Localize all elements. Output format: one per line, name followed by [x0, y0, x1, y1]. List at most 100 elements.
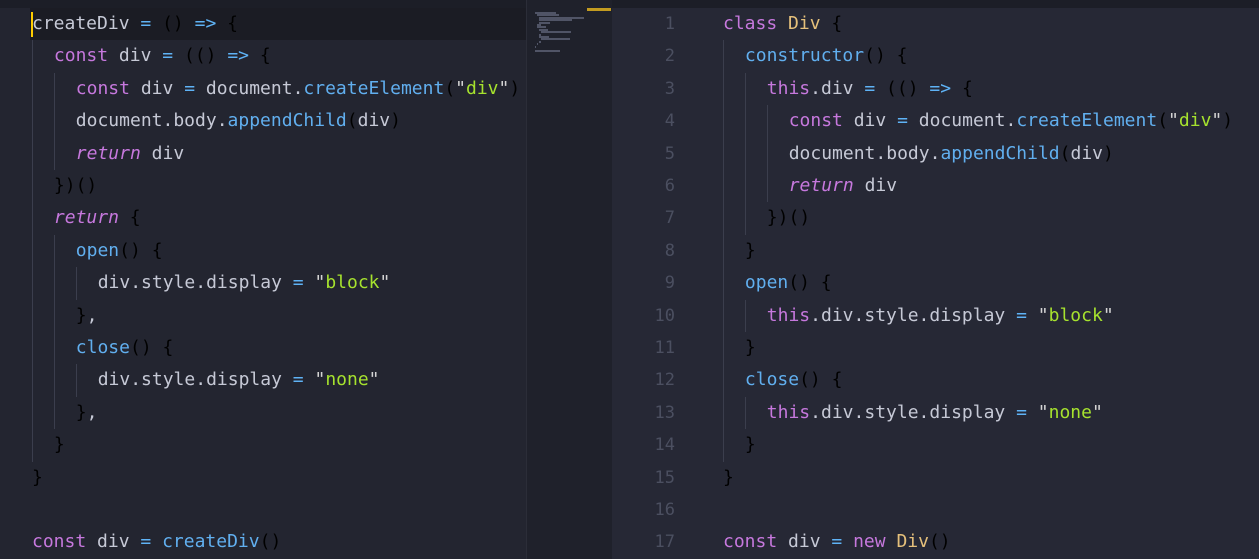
minimap-slider[interactable]	[587, 8, 611, 11]
indent-guide	[53, 137, 55, 170]
code-line[interactable]: 6 return div	[612, 170, 1259, 203]
code-line[interactable]: 12 close() {	[612, 364, 1259, 397]
code-line[interactable]: 4 const div = document.createElement("div…	[612, 105, 1259, 138]
code-token: {	[820, 272, 832, 294]
code-line[interactable]: div.style.display = "none"	[0, 364, 612, 397]
code-line[interactable]: 2 constructor() {	[612, 40, 1259, 73]
code-token: }	[75, 401, 87, 423]
code-line[interactable]: const div = createDiv()	[0, 526, 612, 558]
right-editor-pane[interactable]: 1 class Div {2 constructor() {3 this.div = …	[612, 0, 1259, 559]
code-token: div	[1070, 142, 1104, 164]
code-line[interactable]: const div = document.createElement("div"…	[0, 72, 612, 106]
code-line[interactable]: 17 const div = new Div()	[612, 526, 1259, 558]
code-token: {	[961, 77, 973, 99]
code-line[interactable]: },	[0, 299, 612, 332]
code-token: display	[929, 304, 1006, 326]
code-text: div.style.display = "none"	[98, 364, 380, 396]
code-token: body	[886, 142, 930, 164]
code-token: (	[864, 45, 875, 67]
code-token: }	[53, 434, 65, 456]
code-token: }	[53, 175, 65, 196]
code-line[interactable]: 9 open() {	[612, 267, 1259, 300]
code-token: "	[1037, 401, 1049, 423]
minimap[interactable]	[526, 0, 612, 559]
line-number: 14	[654, 435, 675, 456]
code-token: )	[172, 13, 184, 34]
code-token: const	[53, 45, 109, 67]
code-token: const	[32, 531, 87, 553]
code-token: =>	[929, 77, 952, 99]
code-token: none	[1048, 401, 1092, 423]
code-line[interactable]: },	[0, 396, 612, 430]
code-line[interactable]	[0, 494, 612, 526]
code-token: )	[799, 207, 811, 229]
left-editor-pane[interactable]: createDiv = () => {const div = (() => {c…	[0, 0, 612, 559]
code-token: div	[821, 77, 854, 99]
code-line[interactable]: 13 this.div.style.display = "none"	[612, 396, 1259, 430]
code-token: )	[777, 207, 789, 229]
code-line[interactable]: const div = (() => {	[0, 40, 612, 73]
code-line[interactable]: 11}	[612, 332, 1259, 365]
code-token: div	[864, 175, 898, 196]
code-line[interactable]: close() {	[0, 332, 612, 365]
code-line[interactable]: open() {	[0, 234, 612, 268]
code-token: appendChild	[227, 110, 347, 132]
indent-guide	[53, 72, 55, 106]
code-token: {	[831, 13, 843, 34]
code-line[interactable]: return {	[0, 202, 612, 235]
code-token: style	[864, 304, 919, 326]
indent-guide	[53, 332, 55, 365]
code-token: style	[141, 272, 196, 294]
code-token: display	[206, 272, 282, 294]
code-text: },	[76, 397, 98, 429]
code-token: return	[53, 207, 119, 229]
indent-guide	[53, 234, 55, 268]
code-token: (	[444, 77, 456, 99]
code-line[interactable]: }	[0, 462, 612, 494]
code-token: "	[1211, 110, 1223, 132]
code-token: (	[119, 239, 130, 261]
indent-guide	[744, 72, 746, 106]
code-token: return	[788, 175, 854, 196]
code-line[interactable]: 8}	[612, 234, 1259, 268]
code-line[interactable]: return div	[0, 137, 612, 170]
indent-guide	[723, 105, 724, 138]
code-line[interactable]: 16	[612, 494, 1259, 526]
code-token: =>	[194, 13, 217, 34]
indent-guide	[32, 364, 33, 397]
code-line[interactable]: 3 this.div = (() => {	[612, 72, 1259, 106]
code-line[interactable]: 10 this.div.style.display = "block"	[612, 299, 1259, 332]
code-token: "	[1091, 401, 1103, 423]
code-token: =	[162, 45, 174, 67]
code-line[interactable]: div.style.display = "block"	[0, 267, 612, 300]
code-line[interactable]: createDiv = () => {	[0, 8, 612, 40]
code-line[interactable]: 7})()	[612, 202, 1259, 235]
code-token: =	[1016, 401, 1027, 423]
minimap-line	[539, 40, 542, 43]
code-token: (	[183, 45, 195, 67]
code-token: this	[766, 77, 811, 99]
indent-guide	[32, 234, 33, 268]
line-number: 6	[664, 176, 675, 196]
code-line[interactable]: }	[0, 429, 612, 462]
code-token: display	[929, 401, 1006, 423]
code-line[interactable]: 15}	[612, 462, 1259, 494]
code-line[interactable]: })()	[0, 170, 612, 203]
code-token: .	[195, 272, 207, 294]
code-line[interactable]: 1 class Div {	[612, 8, 1259, 40]
indent-guide	[723, 267, 724, 300]
code-token: {	[259, 45, 271, 67]
code-line[interactable]: 5 document.body.appendChild(div)	[612, 137, 1259, 170]
code-token: const	[788, 110, 843, 132]
code-token: =	[864, 77, 876, 99]
code-line[interactable]: 14}	[612, 429, 1259, 462]
code-line[interactable]: document.body.appendChild(div)	[0, 105, 612, 138]
